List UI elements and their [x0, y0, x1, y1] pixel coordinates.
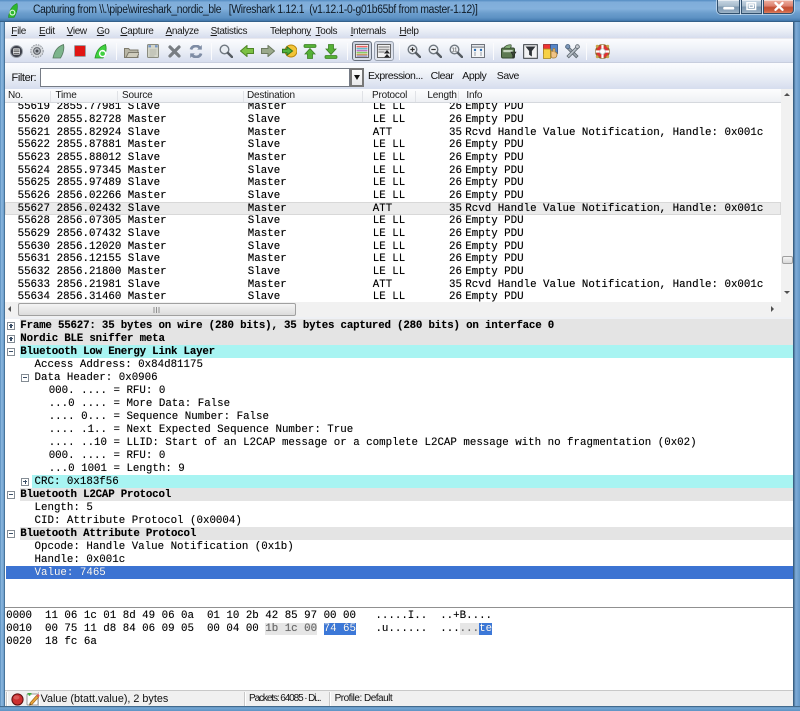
- svg-text:11: 11: [452, 48, 458, 54]
